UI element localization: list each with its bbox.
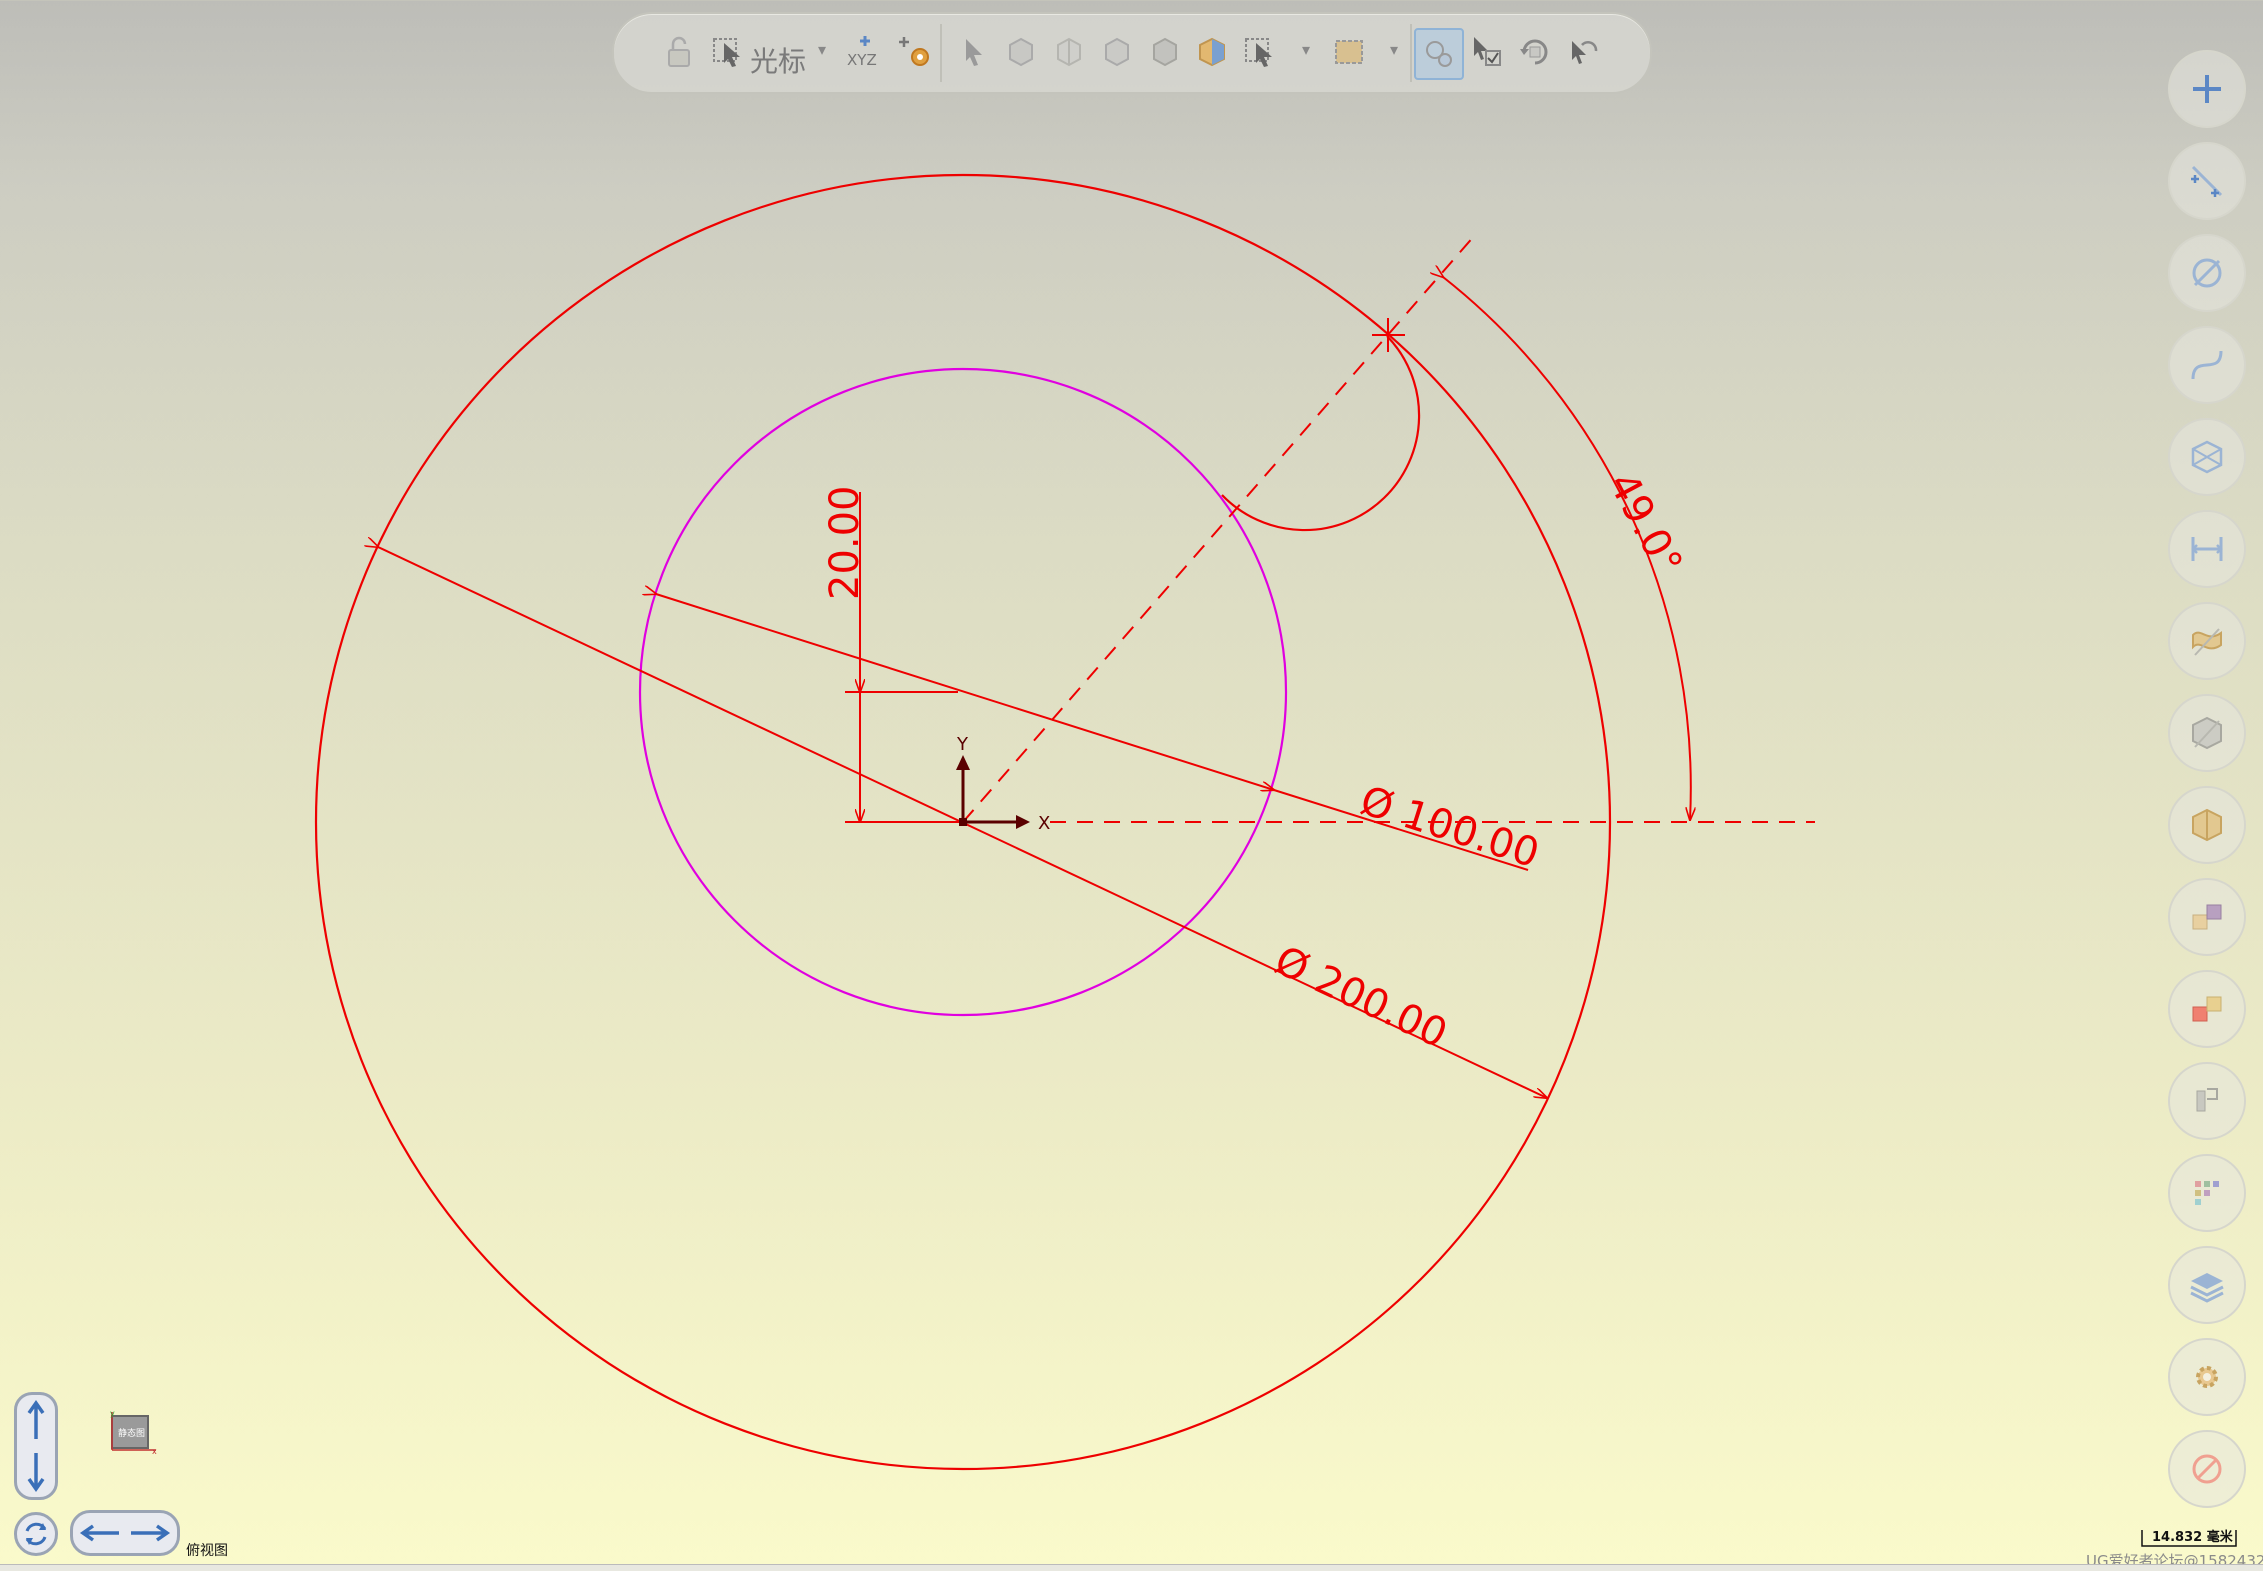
view-triad-icon[interactable]: x y 静态图 <box>108 1409 160 1456</box>
select-solid-icon[interactable] <box>1142 28 1188 76</box>
pan-up-down-icon <box>27 1399 45 1493</box>
point-icon[interactable] <box>2168 50 2246 128</box>
diameter-icon[interactable] <box>2168 234 2246 312</box>
scale-bar: 14.832 毫米 <box>2140 1524 2240 1548</box>
pan-left-right-icon <box>79 1524 171 1542</box>
rect-dropdown-icon[interactable]: ▾ <box>1390 40 1398 59</box>
rotate-view-icon[interactable] <box>1512 28 1558 76</box>
select-face-icon[interactable] <box>1046 28 1092 76</box>
xyz-input-icon[interactable]: XYZ <box>842 28 888 76</box>
select-arrow-icon[interactable] <box>950 28 996 76</box>
select-edge-icon[interactable] <box>1094 28 1140 76</box>
drawing-canvas[interactable]: Ø 200.00 Ø 100.00 20.00 49.0° X Y <box>0 0 2263 1570</box>
view-name-label: 俯视图 <box>186 1543 228 1559</box>
layer-color-b-icon[interactable] <box>2168 970 2246 1048</box>
svg-text:y: y <box>110 1410 115 1418</box>
dim-outer-text[interactable]: Ø 200.00 <box>1268 937 1454 1057</box>
layers-icon[interactable] <box>2168 1246 2246 1324</box>
cursor-label[interactable]: 光标 <box>750 40 806 80</box>
rotate-icon <box>25 1522 47 1546</box>
vertical-pan-control[interactable] <box>14 1392 58 1500</box>
scale-text: 14.832 毫米 <box>2152 1530 2233 1545</box>
surface-icon[interactable] <box>2168 602 2246 680</box>
axis-y-label: Y <box>956 734 969 755</box>
dim-vertical-text[interactable]: 20.00 <box>822 485 868 600</box>
angled-centerline <box>962 234 1476 823</box>
triad-text: 静态图 <box>118 1429 146 1439</box>
solid-icon[interactable] <box>2168 694 2246 772</box>
shaded-body-icon[interactable] <box>1190 28 1236 76</box>
curve-icon[interactable] <box>2168 326 2246 404</box>
dim-angle-text[interactable]: 49.0° <box>1599 465 1691 583</box>
cancel-icon[interactable] <box>2168 1430 2246 1508</box>
horizontal-pan-control[interactable] <box>70 1510 180 1556</box>
filter-dropdown-icon[interactable]: ▾ <box>1302 40 1310 59</box>
snap-point-icon[interactable] <box>1414 28 1464 80</box>
rectangle-select-icon[interactable] <box>1326 28 1372 76</box>
rotate-view-control[interactable] <box>14 1512 58 1556</box>
cursor-select-icon[interactable] <box>706 28 752 76</box>
select-check-icon[interactable] <box>1464 28 1510 76</box>
cursor-dropdown-icon[interactable]: ▾ <box>818 40 826 59</box>
box-view-icon[interactable] <box>2168 418 2246 496</box>
undo-select-icon[interactable] <box>1560 28 1606 76</box>
settings-icon[interactable] <box>2168 1338 2246 1416</box>
csys-triad: X Y <box>956 734 1050 834</box>
layer-color-a-icon[interactable] <box>2168 878 2246 956</box>
dimension-icon[interactable] <box>2168 510 2246 588</box>
line-icon[interactable] <box>2168 142 2246 220</box>
axis-x-label: X <box>1038 813 1050 834</box>
shade-icon[interactable] <box>2168 786 2246 864</box>
top-toolbar: 光标 ▾ XYZ ▾ ▾ <box>612 12 1652 94</box>
select-body-icon[interactable] <box>998 28 1044 76</box>
svg-text:x: x <box>152 1447 157 1456</box>
dim-inner-text[interactable]: Ø 100.00 <box>1355 778 1544 878</box>
feature-icon[interactable] <box>2168 1062 2246 1140</box>
snap-settings-icon[interactable] <box>892 28 938 76</box>
lock-icon[interactable] <box>656 28 702 76</box>
grid-icon[interactable] <box>2168 1154 2246 1232</box>
small-arc[interactable] <box>1221 335 1421 532</box>
svg-text:XYZ: XYZ <box>847 51 877 69</box>
select-filter-icon[interactable] <box>1238 28 1284 76</box>
